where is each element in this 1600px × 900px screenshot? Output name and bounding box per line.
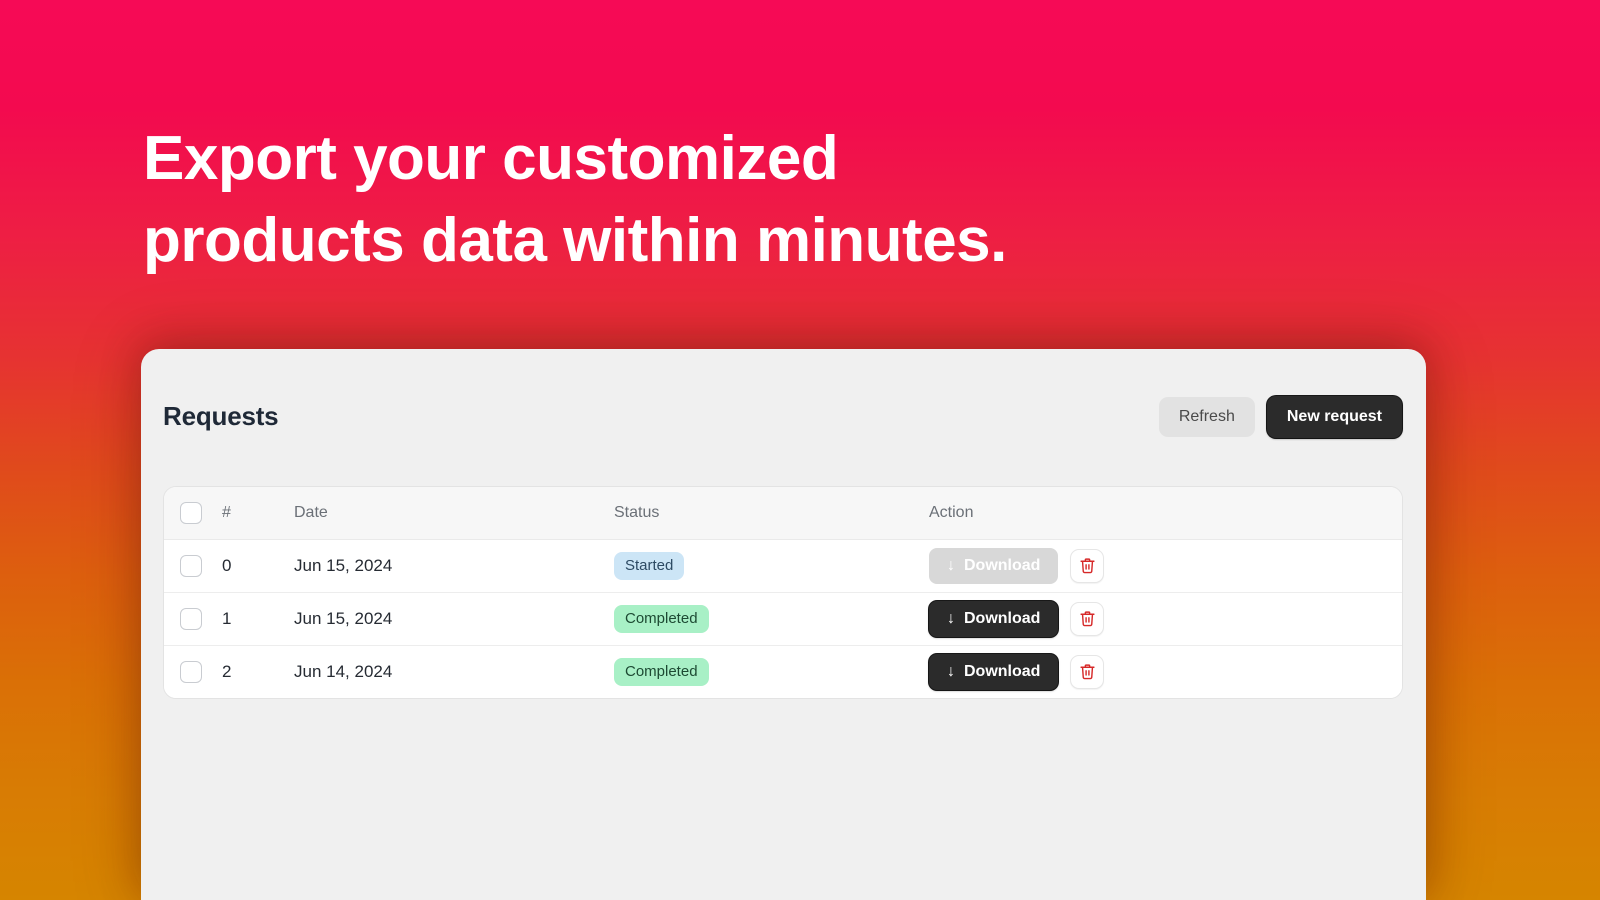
row-date: Jun 14, 2024 bbox=[294, 644, 614, 698]
download-button[interactable]: ↓ Download bbox=[929, 600, 1059, 637]
trash-icon bbox=[1079, 610, 1096, 627]
download-arrow-icon: ↓ bbox=[947, 556, 955, 574]
row-select-cell bbox=[164, 539, 222, 592]
requests-table: # Date Status Action 0 Jun 15, 2024 Starte… bbox=[164, 487, 1402, 698]
trash-icon bbox=[1079, 557, 1096, 574]
row-action-cell: ↓ Download bbox=[929, 644, 1402, 698]
header-actions: Refresh New request bbox=[1158, 395, 1402, 438]
row-checkbox[interactable] bbox=[180, 554, 202, 577]
column-header-select bbox=[164, 487, 222, 540]
select-all-checkbox[interactable] bbox=[180, 501, 202, 524]
row-checkbox[interactable] bbox=[180, 660, 202, 683]
action-buttons: ↓ Download bbox=[929, 547, 1402, 584]
refresh-button[interactable]: Refresh bbox=[1158, 396, 1255, 437]
table-header-row: # Date Status Action bbox=[164, 487, 1402, 540]
row-select-cell bbox=[164, 644, 222, 698]
column-header-action: Action bbox=[929, 487, 1402, 540]
row-action-cell: ↓ Download bbox=[929, 539, 1402, 592]
row-date: Jun 15, 2024 bbox=[294, 555, 393, 575]
table-row: 1 Jun 15, 2024 Completed ↓ Download bbox=[164, 591, 1402, 645]
table-row: 0 Jun 15, 2024 Started ↓ Download bbox=[164, 539, 1402, 592]
status-badge: Completed bbox=[614, 604, 709, 633]
download-button[interactable]: ↓ Download bbox=[929, 653, 1059, 690]
hero-headline-line-1: Export your customized bbox=[143, 124, 839, 193]
row-status-cell: Started bbox=[614, 539, 929, 592]
requests-card: Requests Refresh New request # Date Stat… bbox=[141, 349, 1426, 900]
row-date: Jun 15, 2024 bbox=[294, 591, 614, 645]
download-arrow-icon: ↓ bbox=[947, 662, 955, 680]
delete-button[interactable] bbox=[1070, 548, 1105, 583]
row-status-cell: Completed bbox=[614, 591, 929, 645]
download-arrow-icon: ↓ bbox=[947, 609, 955, 627]
table-body: 0 Jun 15, 2024 Started ↓ Download 1 Jun 15, 20… bbox=[164, 539, 1402, 698]
download-button-label: Download bbox=[964, 556, 1041, 574]
download-button: ↓ Download bbox=[929, 547, 1059, 584]
action-buttons: ↓ Download bbox=[929, 653, 1402, 690]
row-action-cell: ↓ Download bbox=[929, 591, 1402, 645]
column-header-status: Status bbox=[614, 487, 929, 540]
table-head: # Date Status Action bbox=[164, 487, 1402, 540]
row-number: 1 bbox=[222, 591, 294, 645]
column-header-date: Date bbox=[294, 487, 614, 540]
trash-icon bbox=[1079, 663, 1096, 680]
delete-button[interactable] bbox=[1070, 601, 1105, 636]
status-badge: Started bbox=[614, 551, 685, 580]
table-row: 2 Jun 14, 2024 Completed ↓ Download bbox=[164, 644, 1402, 698]
row-number: 2 bbox=[222, 644, 294, 698]
hero-headline-line-2: products data within minutes. bbox=[143, 206, 1007, 275]
row-status-cell: Completed bbox=[614, 644, 929, 698]
row-checkbox[interactable] bbox=[180, 607, 202, 630]
requests-table-container: # Date Status Action 0 Jun 15, 2024 Starte… bbox=[163, 486, 1403, 699]
delete-button[interactable] bbox=[1070, 654, 1105, 689]
row-select-cell bbox=[164, 591, 222, 645]
page-title: Requests bbox=[163, 401, 279, 431]
card-header: Requests Refresh New request bbox=[141, 349, 1426, 484]
row-number: 0 bbox=[222, 555, 232, 575]
action-buttons: ↓ Download bbox=[929, 600, 1402, 637]
new-request-button[interactable]: New request bbox=[1266, 395, 1402, 438]
status-badge: Completed bbox=[614, 657, 709, 686]
hero-headline: Export your customized products data wit… bbox=[143, 118, 1243, 282]
download-button-label: Download bbox=[964, 662, 1041, 680]
column-header-number: # bbox=[222, 487, 294, 540]
download-button-label: Download bbox=[964, 609, 1041, 627]
